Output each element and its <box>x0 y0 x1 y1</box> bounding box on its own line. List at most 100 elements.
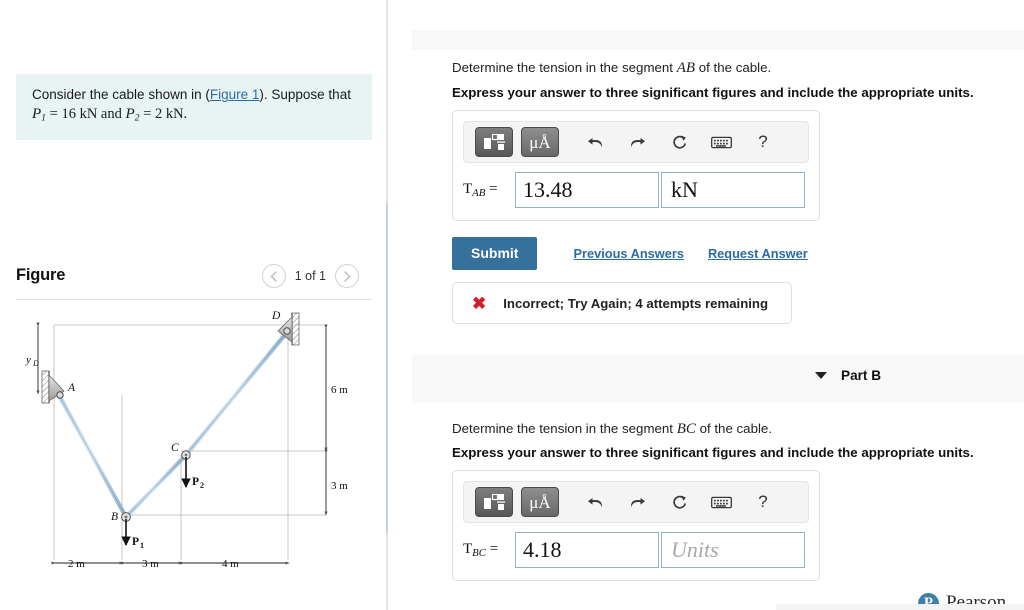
reset-glyph <box>672 495 686 509</box>
figure-next-button[interactable] <box>335 264 359 288</box>
math-template-icon[interactable] <box>475 487 513 517</box>
redo-icon[interactable] <box>620 127 654 157</box>
svg-text:P: P <box>192 476 199 488</box>
svg-text:4 m: 4 m <box>222 558 239 570</box>
svg-text:D: D <box>271 310 281 322</box>
svg-text:2 m: 2 m <box>68 558 85 570</box>
svg-text:P: P <box>132 536 139 548</box>
joint-B: B P 1 <box>111 511 144 550</box>
problem-text-after-link: ). Suppose that <box>259 87 351 102</box>
redo-glyph <box>630 137 645 147</box>
dimension-3m-vertical: 3 m <box>324 449 348 516</box>
svg-text:D: D <box>32 359 39 368</box>
figure-title: Figure <box>16 266 66 284</box>
part-b-answer-row: TBC = 4.18 Units <box>453 523 819 580</box>
support-D: D <box>271 310 300 346</box>
part-b-units-input[interactable]: Units <box>661 532 805 568</box>
math-template-glyph <box>484 493 505 510</box>
svg-text:B: B <box>111 511 118 523</box>
support-A: A <box>41 370 76 404</box>
figure-pager: 1 of 1 <box>261 264 359 288</box>
cable <box>57 328 291 520</box>
help-icon[interactable]: ? <box>746 487 780 517</box>
math-template-glyph <box>484 133 505 150</box>
part-b-label-variable: T <box>463 540 473 557</box>
part-a-answer-row: TAB = 13.48 kN <box>453 163 819 220</box>
dimension-yd: y D <box>25 322 40 395</box>
math-template-icon[interactable] <box>475 127 513 157</box>
svg-text:3 m: 3 m <box>331 480 348 492</box>
figure-1-link[interactable]: Figure 1 <box>210 87 260 102</box>
svg-text:1: 1 <box>140 541 144 550</box>
keyboard-icon[interactable] <box>704 127 738 157</box>
part-b-question-variable: BC <box>676 421 696 437</box>
part-a-value-input[interactable]: 13.48 <box>515 172 659 208</box>
top-band <box>412 30 1024 50</box>
part-a-question: Determine the tension in the segment AB … <box>452 59 771 77</box>
units-icon-label: μÅ <box>529 132 551 152</box>
dimension-6m: 6 m <box>324 324 348 452</box>
problem-text-before-link: Consider the cable shown in ( <box>32 87 210 102</box>
figure-page-count: 1 of 1 <box>294 269 326 283</box>
caret-down-icon[interactable] <box>815 372 827 379</box>
part-a-previous-answers-link[interactable]: Previous Answers <box>573 246 683 261</box>
part-b-value-input[interactable]: 4.18 <box>515 532 659 568</box>
chevron-right-icon <box>343 270 350 282</box>
micro-angstrom-icon[interactable]: μÅ <box>521 127 559 157</box>
part-b-question-post: of the cable. <box>695 421 773 436</box>
svg-text:3 m: 3 m <box>142 558 159 570</box>
undo-glyph <box>587 497 602 507</box>
svg-text:C: C <box>171 442 179 454</box>
part-a-feedback: ✖ Incorrect; Try Again; 4 attempts remai… <box>452 282 792 324</box>
part-b-answer-label: TBC = <box>463 541 515 559</box>
part-b-header[interactable] <box>412 355 1024 403</box>
part-b-answer-card: μÅ ? TBC = 4.18 Units <box>452 470 820 581</box>
keyboard-glyph <box>710 136 732 148</box>
bottom-edge <box>776 604 1024 610</box>
reset-icon[interactable] <box>662 127 696 157</box>
undo-icon[interactable] <box>578 487 612 517</box>
part-a-instruction: Express your answer to three significant… <box>452 85 974 100</box>
figure-divider <box>16 299 372 300</box>
p1-symbol: P <box>32 106 42 122</box>
part-a-question-pre: Determine the tension in the segment <box>452 60 677 75</box>
problem-statement: Consider the cable shown in (Figure 1). … <box>16 74 372 140</box>
part-b-instruction: Express your answer to three significant… <box>452 445 974 460</box>
part-a-units-input[interactable]: kN <box>661 172 805 208</box>
figure-panel: Consider the cable shown in (Figure 1). … <box>0 0 387 610</box>
svg-text:6 m: 6 m <box>331 384 348 396</box>
undo-icon[interactable] <box>578 127 612 157</box>
part-b-title: Part B <box>841 368 882 383</box>
micro-angstrom-icon[interactable]: μÅ <box>521 487 559 517</box>
redo-glyph <box>630 497 645 507</box>
answer-panel: Determine the tension in the segment AB … <box>388 0 1024 610</box>
figure-header: Figure 1 of 1 <box>16 264 372 296</box>
part-a-answer-card: μÅ ? TAB = 13.48 kN <box>452 110 820 221</box>
part-a-actions: Submit Previous Answers Request Answer <box>452 237 808 270</box>
chevron-left-icon <box>270 270 277 282</box>
help-icon[interactable]: ? <box>746 127 780 157</box>
reset-icon[interactable] <box>662 487 696 517</box>
keyboard-icon[interactable] <box>704 487 738 517</box>
part-a-submit-button[interactable]: Submit <box>452 237 538 270</box>
svg-text:A: A <box>67 382 76 394</box>
redo-icon[interactable] <box>620 487 654 517</box>
figure-prev-button[interactable] <box>261 264 286 288</box>
part-b-toolbar: μÅ ? <box>463 481 809 523</box>
units-icon-label: μÅ <box>529 492 551 512</box>
part-a-label-subscript: AB <box>472 187 486 199</box>
part-a-label-variable: T <box>463 180 473 197</box>
problem-statement-line-1: Consider the cable shown in (Figure 1). … <box>32 85 358 104</box>
part-b-question-pre: Determine the tension in the segment <box>452 421 677 436</box>
part-a-question-post: of the cable. <box>695 60 772 75</box>
incorrect-x-icon: ✖ <box>472 293 487 313</box>
part-a-request-answer-link[interactable]: Request Answer <box>708 246 808 261</box>
part-a-toolbar: μÅ ? <box>463 121 809 163</box>
cable-diagram: y D 6 m 3 m A D C P 2 B P 1 2 m 3 m 4 m <box>16 305 372 595</box>
part-a-label-equals: = <box>485 180 498 197</box>
part-b-question: Determine the tension in the segment BC … <box>452 420 772 438</box>
part-b-label-equals: = <box>485 540 499 557</box>
p2-value: = 2 kN. <box>139 106 188 122</box>
svg-text:2: 2 <box>200 481 204 490</box>
reset-glyph <box>672 135 686 149</box>
